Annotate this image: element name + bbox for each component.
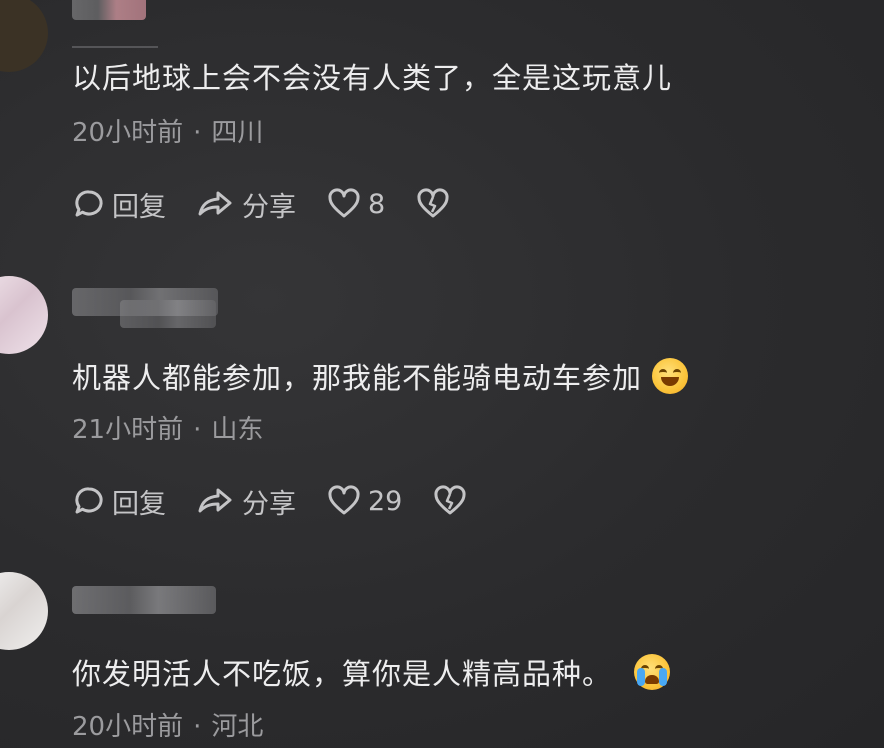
username-blurred	[120, 300, 216, 328]
comment-meta: 21小时前 · 山东	[72, 409, 263, 446]
comment-meta: 20小时前 · 河北	[72, 706, 263, 743]
comment-time: 20小时前	[72, 118, 184, 148]
crying-emoji	[634, 654, 671, 690]
comment-text-content: 机器人都能参加，那我能不能骑电动车参加	[72, 361, 643, 395]
share-icon	[198, 488, 232, 513]
like-button[interactable]: 8	[326, 187, 385, 221]
reply-label: 回复	[112, 488, 166, 520]
dislike-button[interactable]	[432, 484, 474, 518]
comment-actions: 回复 分享 8	[72, 184, 487, 224]
comment-location: 四川	[211, 118, 264, 148]
reply-button[interactable]: 回复	[72, 185, 166, 224]
grinning-sweat-emoji	[652, 358, 689, 394]
share-label: 分享	[242, 191, 296, 223]
comment-time: 20小时前	[72, 712, 184, 742]
heart-icon	[328, 485, 360, 515]
dislike-button[interactable]	[415, 187, 457, 221]
comment-text-content: 你发明活人不吃饭，算你是人精高品种。	[72, 657, 613, 691]
reply-icon	[75, 190, 103, 217]
comment-location: 山东	[211, 415, 264, 445]
comment-location: 河北	[211, 712, 264, 742]
comment-text: 机器人都能参加，那我能不能骑电动车参加	[72, 355, 689, 397]
meta-separator: ·	[193, 712, 202, 742]
divider	[72, 46, 158, 48]
share-label: 分享	[242, 488, 296, 520]
meta-separator: ·	[193, 118, 202, 148]
like-count: 29	[368, 485, 403, 517]
share-icon	[198, 191, 232, 216]
comment-meta: 20小时前 · 四川	[72, 112, 263, 149]
like-count: 8	[368, 188, 386, 220]
like-button[interactable]: 29	[326, 484, 402, 518]
username-blurred[interactable]	[72, 586, 216, 614]
avatar[interactable]	[0, 276, 48, 354]
share-button[interactable]: 分享	[196, 185, 296, 224]
comment-actions: 回复 分享 29	[72, 481, 504, 521]
reply-label: 回复	[112, 191, 166, 223]
reply-icon	[75, 487, 103, 514]
broken-heart-icon	[417, 188, 449, 218]
reply-button[interactable]: 回复	[72, 482, 166, 521]
heart-icon	[328, 188, 360, 218]
comment-list: 以后地球上会不会没有人类了，全是这玩意儿 20小时前 · 四川 回复 分享 8	[0, 0, 884, 748]
meta-separator: ·	[193, 415, 202, 445]
comment-text: 你发明活人不吃饭，算你是人精高品种。	[72, 651, 671, 693]
avatar[interactable]	[0, 572, 48, 650]
broken-heart-icon	[434, 485, 466, 515]
avatar[interactable]	[0, 0, 48, 72]
username-blurred[interactable]	[72, 0, 146, 20]
share-button[interactable]: 分享	[196, 482, 296, 521]
comment-time: 21小时前	[72, 415, 184, 445]
comment-text: 以后地球上会不会没有人类了，全是这玩意儿	[72, 61, 673, 95]
